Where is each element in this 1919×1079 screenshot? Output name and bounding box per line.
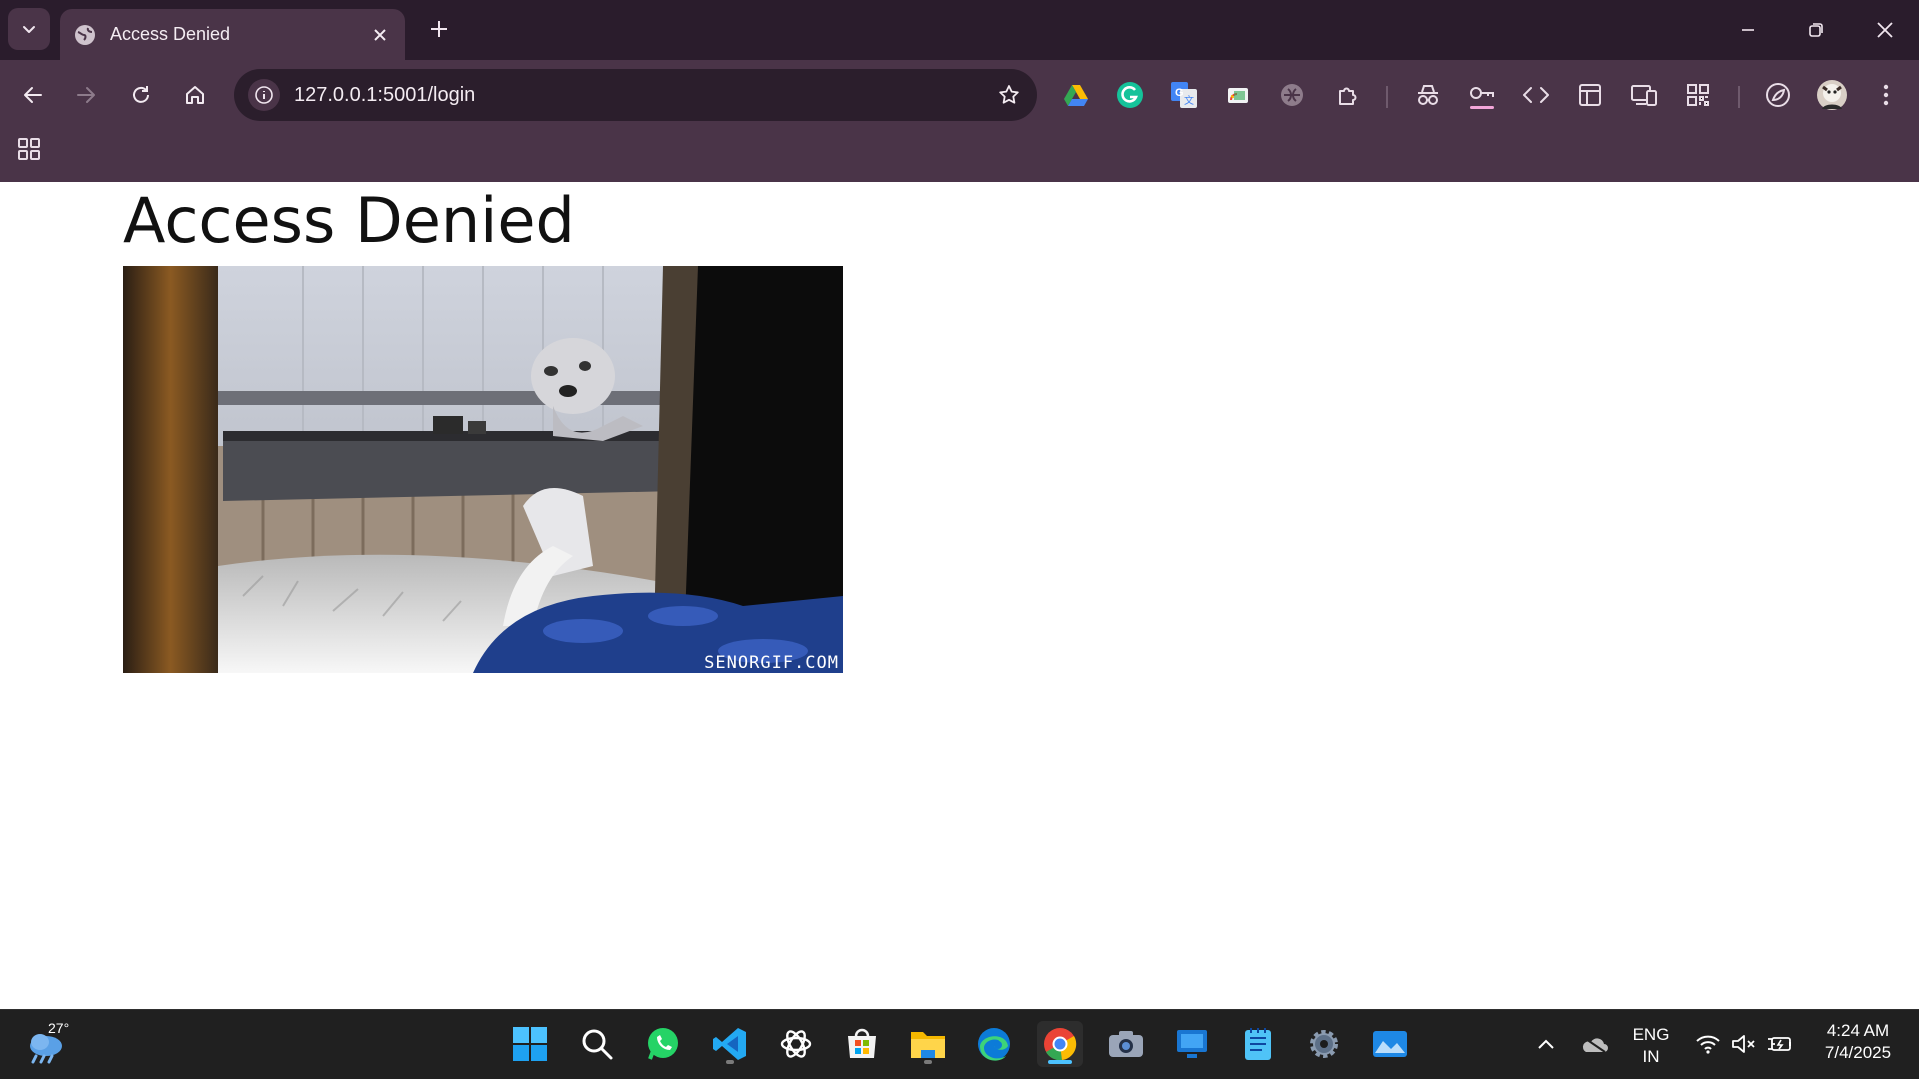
notepad-icon (1245, 1028, 1271, 1060)
chrome-icon (1044, 1028, 1077, 1061)
browser-menu-icon[interactable] (1868, 77, 1904, 113)
restore-icon (1809, 23, 1823, 37)
browser-toolbar: 127.0.0.1:5001/login G文 (0, 60, 1919, 182)
clock[interactable]: 4:24 AM 7/4/2025 (1808, 1020, 1908, 1064)
weather-temp: 27° (46, 1020, 72, 1036)
battery-charging-icon[interactable] (1766, 1030, 1794, 1058)
arrow-left-icon (24, 87, 42, 103)
code-icon[interactable] (1518, 77, 1554, 113)
remote-desktop-app[interactable] (1169, 1021, 1215, 1067)
windows-logo-icon (513, 1027, 547, 1061)
edge-icon (978, 1028, 1010, 1061)
close-window-button[interactable] (1851, 0, 1919, 60)
google-drive-icon[interactable] (1058, 77, 1094, 113)
language-indicator[interactable]: ENG IN (1626, 1024, 1676, 1068)
new-tab-button[interactable] (424, 14, 454, 44)
weather-widget[interactable]: 27° (24, 1020, 72, 1068)
back-button[interactable] (14, 76, 52, 114)
responsive-devices-icon[interactable] (1626, 77, 1662, 113)
minimize-button[interactable] (1714, 0, 1782, 60)
minimize-icon (1742, 29, 1754, 31)
grammarly-icon[interactable] (1112, 77, 1148, 113)
volume-muted-icon[interactable] (1730, 1030, 1758, 1058)
wifi-icon[interactable] (1694, 1030, 1722, 1058)
toolbar-separator (1386, 86, 1388, 108)
start-button[interactable] (507, 1021, 553, 1067)
vscode-icon (713, 1028, 746, 1060)
camera-app[interactable] (1103, 1021, 1149, 1067)
arrow-right-icon (77, 87, 95, 103)
photos-icon (1373, 1031, 1407, 1057)
taskbar-search-button[interactable] (574, 1021, 620, 1067)
close-icon (1877, 22, 1893, 38)
cast-extension-icon[interactable] (1220, 77, 1256, 113)
clock-date: 7/4/2025 (1824, 1043, 1892, 1062)
profile-avatar[interactable] (1814, 77, 1850, 113)
gear-icon (1310, 1030, 1338, 1058)
toolbar-separator (1738, 86, 1740, 108)
whatsapp-icon (648, 1028, 678, 1060)
clock-time: 4:24 AM (1826, 1021, 1890, 1040)
incognito-icon[interactable] (1410, 77, 1446, 113)
tab-title: Access Denied (110, 24, 231, 44)
dog-gif-image: SENORGIF.COM (123, 266, 843, 673)
site-info-icon[interactable] (248, 79, 280, 111)
svg-text:文: 文 (1184, 94, 1194, 107)
chrome-active-indicator (1048, 1060, 1072, 1064)
photos-app[interactable] (1367, 1021, 1413, 1067)
restore-button[interactable] (1782, 0, 1850, 60)
onedrive-icon[interactable] (1580, 1030, 1608, 1058)
reload-button[interactable] (122, 76, 160, 114)
notepad-app[interactable] (1235, 1021, 1281, 1067)
explorer-running-indicator (924, 1060, 932, 1064)
search-icon (582, 1029, 613, 1060)
chevron-down-icon (23, 26, 35, 33)
plus-icon (431, 21, 447, 37)
language-code: ENG (1632, 1025, 1670, 1044)
chevron-up-icon (1538, 1039, 1554, 1049)
address-bar[interactable]: 127.0.0.1:5001/login (234, 69, 1037, 121)
blocked-extension-icon[interactable] (1274, 77, 1310, 113)
globe-icon (75, 24, 95, 45)
chatgpt-icon (780, 1030, 812, 1058)
reload-icon (133, 86, 149, 103)
camera-icon (1109, 1031, 1143, 1057)
tab-strip: Access Denied (0, 0, 1919, 60)
page-title: Access Denied (123, 184, 575, 257)
qr-code-icon[interactable] (1680, 77, 1716, 113)
chatgpt-app[interactable] (773, 1021, 819, 1067)
folder-icon (911, 1032, 945, 1058)
forward-button[interactable] (67, 76, 105, 114)
monitor-icon (1177, 1030, 1207, 1058)
store-icon (848, 1028, 876, 1058)
layout-panel-icon[interactable] (1572, 77, 1608, 113)
extensions-puzzle-icon[interactable] (1330, 77, 1366, 113)
svg-text:G: G (1175, 87, 1184, 99)
show-hidden-icons-button[interactable] (1532, 1030, 1560, 1058)
password-key-icon[interactable] (1464, 77, 1500, 113)
dog-at-window-illustration (123, 266, 843, 673)
tab-close-icon[interactable] (369, 24, 391, 46)
language-region: IN (1642, 1047, 1660, 1066)
vscode-running-indicator (726, 1060, 734, 1064)
settings-app[interactable] (1301, 1021, 1347, 1067)
tab-search-button[interactable] (8, 8, 50, 50)
url-text[interactable]: 127.0.0.1:5001/login (294, 84, 995, 107)
apps-grid-icon[interactable] (16, 136, 42, 162)
home-button[interactable] (176, 76, 214, 114)
google-translate-icon[interactable]: G文 (1166, 77, 1202, 113)
home-icon (186, 86, 204, 104)
browser-tab[interactable]: Access Denied (60, 9, 405, 60)
microsoft-store-app[interactable] (839, 1021, 885, 1067)
performance-leaf-icon[interactable] (1760, 77, 1796, 113)
edge-app[interactable] (971, 1021, 1017, 1067)
gif-watermark: SENORGIF.COM (704, 653, 839, 673)
whatsapp-app[interactable] (640, 1021, 686, 1067)
bookmark-star-icon[interactable] (995, 81, 1023, 109)
